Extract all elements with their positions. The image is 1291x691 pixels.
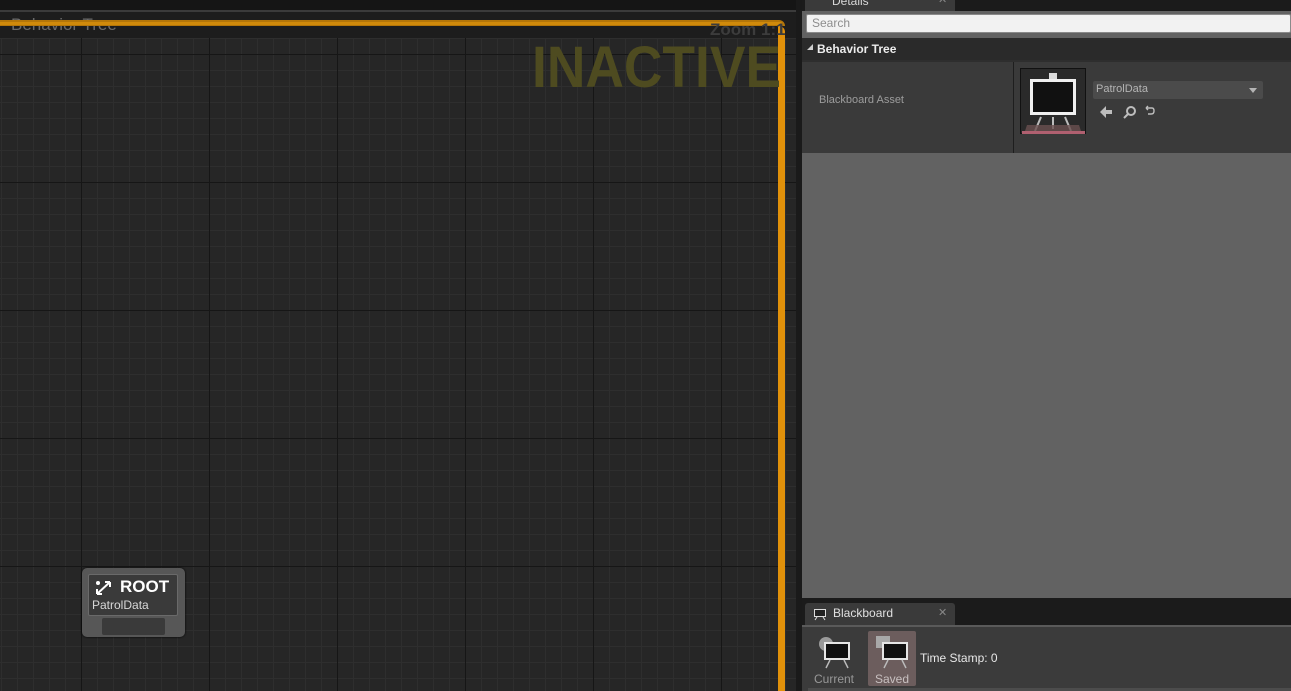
graph-border-right <box>778 26 785 691</box>
property-row-separator <box>802 60 1291 62</box>
graph-border-glow <box>0 22 783 25</box>
tab-details-label: Details <box>832 0 869 8</box>
details-search-input[interactable]: Search <box>806 14 1291 33</box>
use-selected-arrow-icon[interactable] <box>1100 106 1112 118</box>
saved-button-label: Saved <box>874 672 910 686</box>
current-button-label: Current <box>813 672 854 686</box>
current-button[interactable]: Current <box>810 631 858 686</box>
asset-picker-combo[interactable]: PatrolData <box>1093 81 1263 99</box>
saved-blackboard-icon <box>876 636 908 669</box>
blackboard-tab-icon <box>814 609 826 621</box>
blackboard-asset-row: Blackboard Asset PatrolData <box>802 60 1291 153</box>
collapse-arrow-icon[interactable] <box>807 44 813 50</box>
tab-blackboard[interactable]: Blackboard ✕ <box>805 603 955 625</box>
timestamp-label: Time Stamp: 0 <box>920 651 998 665</box>
property-splitter[interactable] <box>1013 60 1014 153</box>
current-blackboard-icon <box>819 637 850 669</box>
saved-button[interactable]: Saved <box>868 631 916 686</box>
root-output-pin[interactable] <box>102 618 165 635</box>
asset-type-color-bar <box>1022 131 1085 134</box>
reset-arrow-icon[interactable] <box>1145 105 1155 115</box>
blackboard-panel: Current Saved Time Stamp: 0 <box>802 625 1291 691</box>
tab-details[interactable]: Details ✕ <box>805 0 955 11</box>
browse-magnifier-icon[interactable] <box>1123 106 1136 119</box>
chevron-down-icon <box>1249 88 1257 93</box>
root-node-subtitle: PatrolData <box>92 598 149 612</box>
tree-branch-icon <box>96 581 111 595</box>
root-node-body: ROOT PatrolData <box>88 574 178 616</box>
close-icon[interactable]: ✕ <box>938 606 947 619</box>
category-behavior-tree[interactable]: Behavior Tree <box>802 38 1291 60</box>
root-node[interactable]: ROOT PatrolData <box>82 568 185 637</box>
tab-blackboard-label: Blackboard <box>833 606 894 620</box>
inactive-overlay: INACTIVE <box>532 35 782 100</box>
close-icon[interactable]: ✕ <box>938 0 947 6</box>
blackboard-easel-icon <box>1021 69 1085 133</box>
property-label: Blackboard Asset <box>819 94 904 106</box>
behavior-tree-editor: Behavior Tree Zoom 1:1 INACTIVE ROOT Pat… <box>0 0 1291 691</box>
asset-thumbnail[interactable] <box>1020 68 1086 134</box>
category-label: Behavior Tree <box>817 42 897 56</box>
asset-picker-value: PatrolData <box>1096 83 1148 95</box>
asset-tools <box>1100 105 1155 119</box>
root-node-title: ROOT <box>120 577 170 596</box>
graph-canvas[interactable]: Behavior Tree Zoom 1:1 INACTIVE ROOT Pat… <box>0 10 796 691</box>
